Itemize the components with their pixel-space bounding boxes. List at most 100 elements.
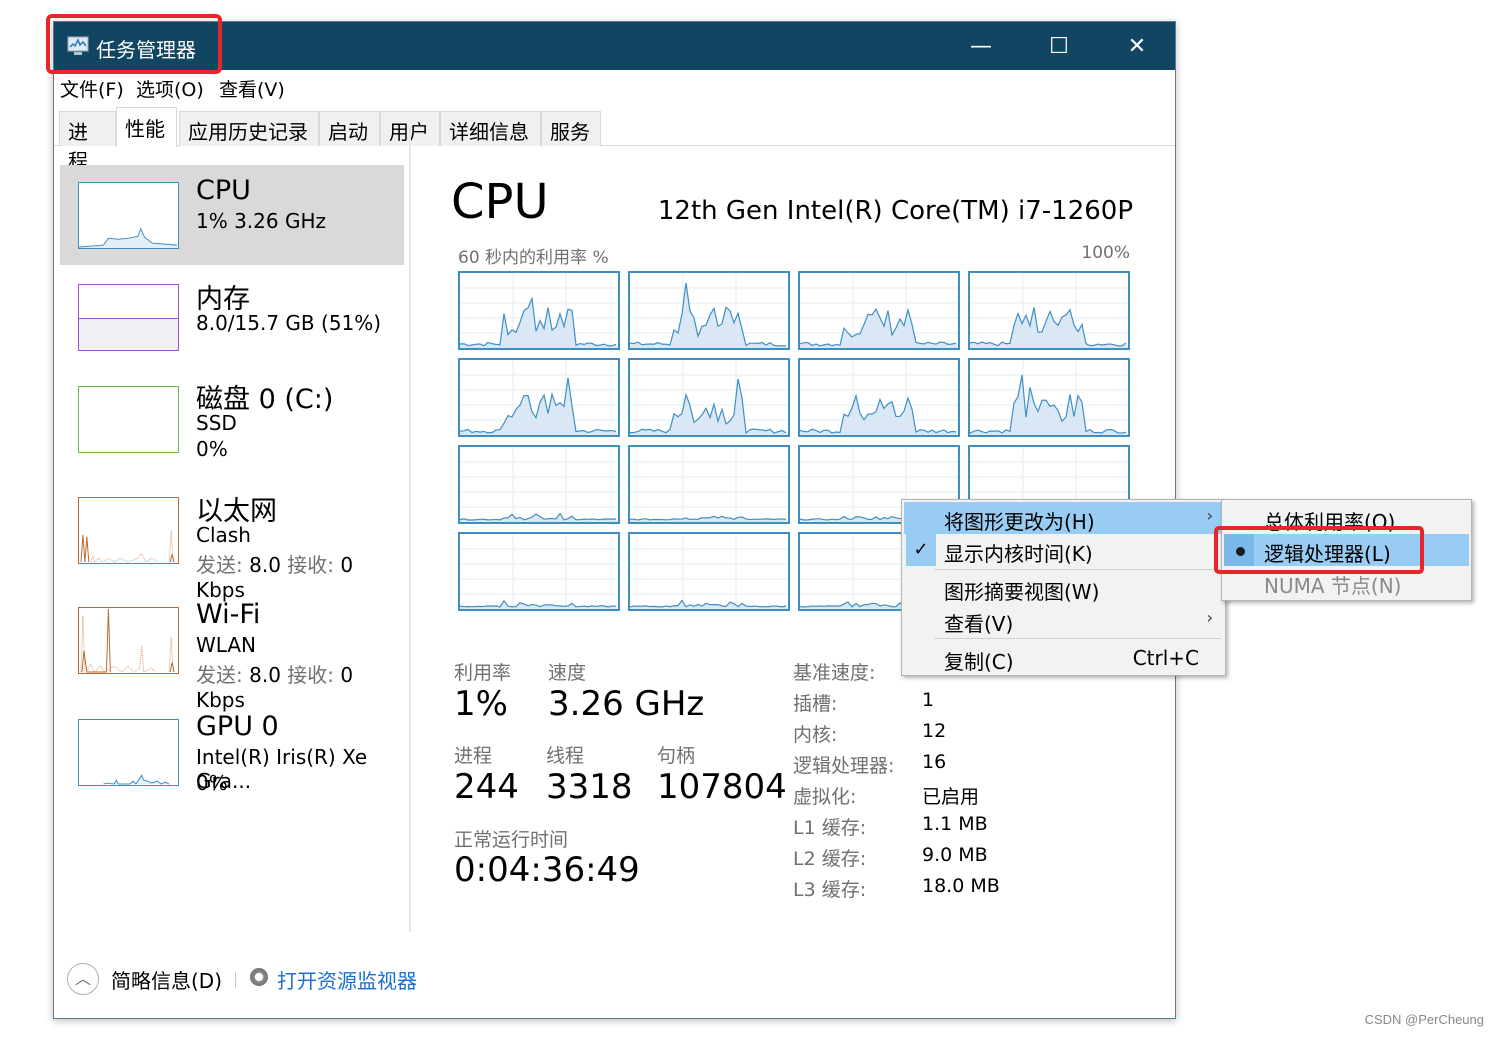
tab-processes[interactable]: 进程 [59, 111, 116, 173]
spec-label: 基准速度: [793, 662, 876, 684]
menu-item-label: 图形摘要视图(W) [944, 580, 1100, 604]
tab-services[interactable]: 服务 [541, 111, 601, 146]
logical-processor-graph [458, 358, 620, 437]
tab-label: 详细信息 [449, 120, 529, 144]
utilization-value: 1% [454, 684, 508, 724]
tab-app-history[interactable]: 应用历史记录 [179, 111, 319, 146]
threads-label: 线程 [546, 745, 585, 767]
sidebar-value: 0% [196, 437, 228, 461]
tab-label: 应用历史记录 [188, 120, 308, 144]
annotation-highlight-title [46, 14, 222, 74]
spec-label: 插槽: [793, 693, 838, 715]
fewer-details-link[interactable]: 简略信息(D) [111, 965, 222, 994]
menu-item-graph-summary-view[interactable]: 图形摘要视图(W) [904, 572, 1223, 604]
sidebar-item-ethernet[interactable]: 以太网 Clash 发送: 8.0 接收: 0 Kbps [60, 483, 404, 602]
sidebar-item-wifi[interactable]: Wi-Fi WLAN 发送: 8.0 接收: 0 Kbps [60, 593, 404, 712]
checkmark-icon: ✓ [906, 534, 936, 566]
spec-label: L1 缓存: [793, 817, 867, 839]
tab-label: 服务 [550, 120, 590, 144]
receive-label: 接收: [287, 663, 335, 687]
gpu-thumbnail-graph [78, 719, 179, 786]
tab-label: 启动 [328, 120, 368, 144]
speed-label: 速度 [548, 662, 587, 684]
uptime-label: 正常运行时间 [454, 829, 569, 851]
close-icon: ✕ [1127, 33, 1147, 59]
menu-separator [934, 638, 1221, 639]
spec-value: 已启用 [922, 786, 980, 808]
wifi-thumbnail-graph [78, 607, 179, 674]
main-title: CPU [451, 174, 549, 230]
menu-item-view[interactable]: 查看(V) › [904, 604, 1223, 636]
menu-separator [934, 569, 1221, 570]
chevron-up-icon: ︿ [74, 969, 91, 988]
panel-divider[interactable] [409, 126, 411, 932]
menu-item-label: 显示内核时间(K) [944, 542, 1093, 566]
handles-value: 107804 [657, 767, 787, 807]
menu-item-show-kernel-times[interactable]: ✓ 显示内核时间(K) [904, 534, 1223, 566]
annotation-highlight-logical-processors [1214, 526, 1424, 574]
submenu-arrow-icon: › [1206, 506, 1213, 525]
tab-bar: 进程 性能 应用历史记录 启动 用户 详细信息 服务 [54, 107, 1175, 173]
send-label: 发送: [196, 663, 243, 687]
utilization-graph-max: 100% [1081, 243, 1130, 263]
logical-processor-graph [458, 271, 620, 350]
menu-file[interactable]: 文件(F) [60, 75, 124, 102]
tab-details[interactable]: 详细信息 [440, 111, 541, 146]
logical-processor-graph [628, 445, 790, 524]
tab-label: 性能 [125, 117, 165, 141]
spec-value: 18.0 MB [922, 875, 1000, 897]
sidebar-item-cpu[interactable]: CPU 1% 3.26 GHz [60, 165, 404, 265]
tab-performance[interactable]: 性能 [116, 107, 177, 147]
utilization-graph-label: 60 秒内的利用率 % [458, 248, 609, 268]
spec-label: 虚拟化: [793, 786, 857, 808]
footer-separator [235, 972, 236, 988]
memory-thumbnail-graph [78, 284, 179, 351]
spec-value: 12 [922, 720, 947, 742]
sidebar-title: Wi-Fi [196, 599, 261, 630]
processes-value: 244 [454, 767, 519, 807]
cpu-thumbnail-graph [78, 182, 179, 249]
menu-item-copy[interactable]: 复制(C) Ctrl+C [904, 642, 1223, 674]
sidebar-value: 0% [196, 771, 228, 795]
spec-label: L3 缓存: [793, 879, 867, 901]
sidebar-title: CPU [196, 175, 251, 206]
sidebar-item-disk[interactable]: 磁盘 0 (C:) SSD 0% [60, 369, 404, 469]
sidebar-subtitle: 8.0/15.7 GB (51%) [196, 311, 382, 335]
ethernet-thumbnail-graph [78, 497, 179, 564]
sidebar-subtitle: SSD [196, 411, 237, 435]
logical-processor-graph [968, 271, 1130, 350]
speed-value: 3.26 GHz [548, 684, 705, 724]
title-bar[interactable]: 任务管理器 — ☐ ✕ [46, 14, 1176, 74]
spec-value: 9.0 MB [922, 844, 988, 866]
processes-label: 进程 [454, 745, 493, 767]
sidebar-subtitle: 1% 3.26 GHz [196, 209, 327, 233]
logical-processor-graph [798, 358, 960, 437]
watermark: CSDN @PerCheung [1364, 1012, 1484, 1027]
maximize-button[interactable]: ☐ [1020, 22, 1098, 70]
sidebar-subtitle: Clash [196, 523, 251, 547]
menu-item-shortcut: Ctrl+C [1132, 646, 1199, 670]
spec-value: 1 [922, 689, 935, 711]
sidebar-item-memory[interactable]: 内存 8.0/15.7 GB (51%) [60, 267, 404, 367]
open-resource-monitor-link[interactable]: 打开资源监视器 [277, 965, 417, 994]
logical-processor-graph [458, 532, 620, 611]
logical-processor-graph [628, 532, 790, 611]
sidebar-item-gpu[interactable]: GPU 0 Intel(R) Iris(R) Xe Gra... 0% [60, 705, 404, 805]
resource-monitor-icon [250, 968, 268, 986]
spec-label: L2 缓存: [793, 848, 867, 870]
minimize-icon: — [970, 33, 992, 59]
send-label: 发送: [196, 553, 243, 577]
menu-item-change-graph[interactable]: 将图形更改为(H) › [904, 502, 1223, 534]
tab-startup[interactable]: 启动 [319, 111, 380, 146]
menu-item-label: 将图形更改为(H) [944, 510, 1095, 534]
submenu-arrow-icon: › [1206, 608, 1213, 627]
menu-view[interactable]: 查看(V) [219, 75, 285, 102]
submenu-item-label: NUMA 节点(N) [1264, 574, 1402, 598]
spec-value: 1.1 MB [922, 813, 988, 835]
cpu-model-name: 12th Gen Intel(R) Core(TM) i7-1260P [657, 196, 1133, 226]
close-button[interactable]: ✕ [1098, 22, 1176, 70]
collapse-button[interactable]: ︿ [67, 963, 99, 995]
receive-label: 接收: [287, 553, 335, 577]
minimize-button[interactable]: — [942, 22, 1020, 70]
menu-options[interactable]: 选项(O) [136, 75, 204, 102]
